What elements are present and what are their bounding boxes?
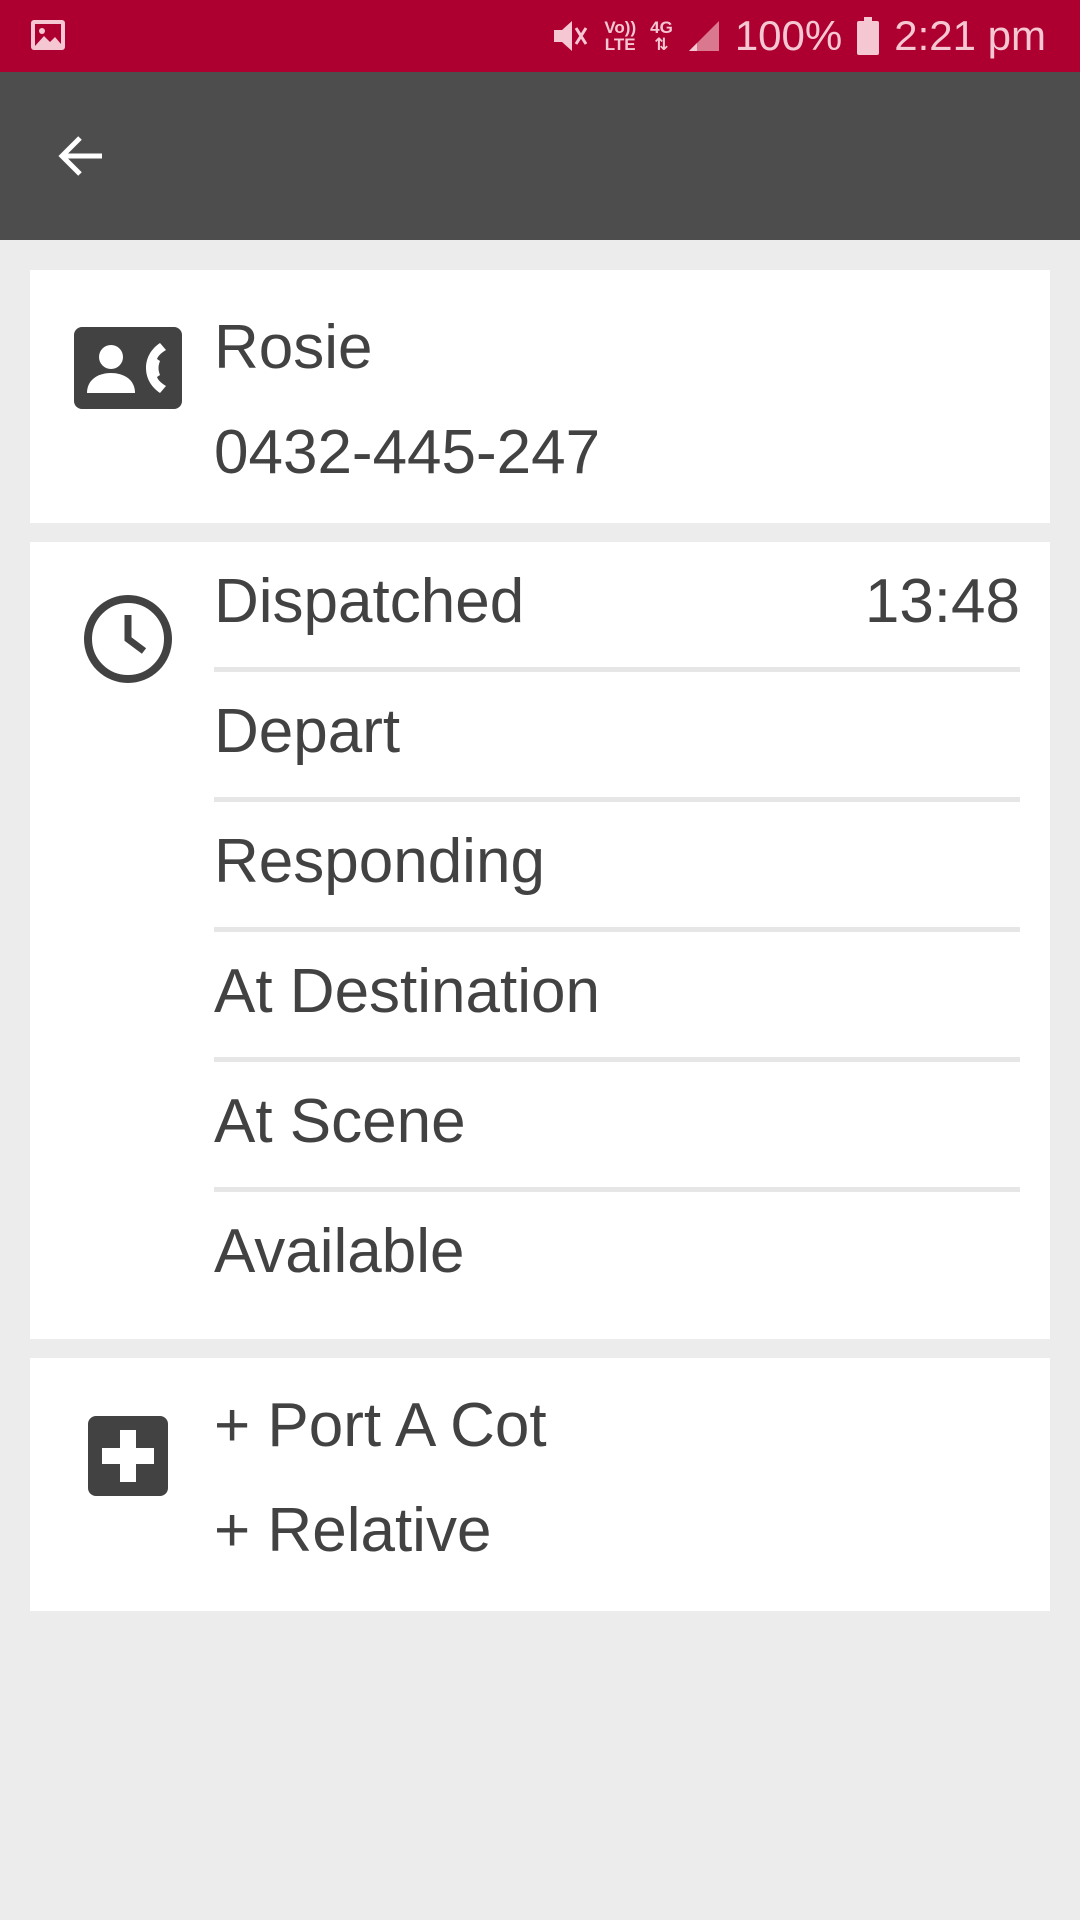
4g-icon: 4G ⇅ bbox=[650, 18, 673, 54]
battery-percent: 100% bbox=[734, 12, 843, 59]
contact-phone[interactable]: 0432-445-247 bbox=[214, 418, 600, 488]
status-row-depart[interactable]: Depart bbox=[214, 672, 1020, 802]
status-row-responding[interactable]: Responding bbox=[214, 802, 1020, 932]
mute-icon bbox=[550, 16, 590, 56]
lte-text: LTE bbox=[604, 35, 636, 54]
contact-card: Rosie 0432-445-247 bbox=[30, 270, 1050, 523]
add-relative[interactable]: + Relative bbox=[214, 1496, 491, 1566]
network-type-text: 4G bbox=[650, 18, 673, 37]
status-label: Responding bbox=[214, 827, 545, 896]
status-label: At Scene bbox=[214, 1087, 466, 1156]
status-row-available[interactable]: Available bbox=[214, 1192, 1020, 1317]
battery-icon bbox=[856, 16, 880, 56]
status-label: Depart bbox=[214, 697, 401, 766]
status-row-at-destination[interactable]: At Destination bbox=[214, 932, 1020, 1062]
clock-time: 2:21 pm bbox=[894, 12, 1046, 59]
status-label: Dispatched bbox=[214, 567, 525, 636]
volte-icon: Vo)) LTE bbox=[604, 19, 636, 53]
status-label: Available bbox=[214, 1217, 465, 1286]
medical-plus-icon bbox=[88, 1416, 168, 1496]
back-button[interactable] bbox=[46, 120, 118, 192]
status-row-at-scene[interactable]: At Scene bbox=[214, 1062, 1020, 1192]
status-label: At Destination bbox=[214, 957, 600, 1026]
battery-status: 100% bbox=[735, 12, 842, 60]
status-time: 13:48 bbox=[864, 567, 1020, 636]
gallery-icon bbox=[31, 20, 65, 50]
status-card: Dispatched 13:48 Depart Responding At De… bbox=[30, 542, 1050, 1339]
signal-icon bbox=[687, 19, 721, 53]
clock-icon bbox=[84, 595, 172, 683]
arrow-left-icon bbox=[58, 136, 102, 176]
app-bar bbox=[0, 72, 1080, 240]
status-list: Dispatched 13:48 Depart Responding At De… bbox=[214, 542, 1020, 1317]
extras-card: + Port A Cot + Relative bbox=[30, 1358, 1050, 1611]
status-bar: Vo)) LTE 4G ⇅ 100% 2:21 pm bbox=[0, 0, 1080, 72]
contact-phone-icon bbox=[74, 327, 182, 409]
contact-name: Rosie bbox=[214, 313, 373, 382]
status-row-dispatched[interactable]: Dispatched 13:48 bbox=[214, 542, 1020, 672]
add-port-a-cot[interactable]: + Port A Cot bbox=[214, 1391, 547, 1461]
